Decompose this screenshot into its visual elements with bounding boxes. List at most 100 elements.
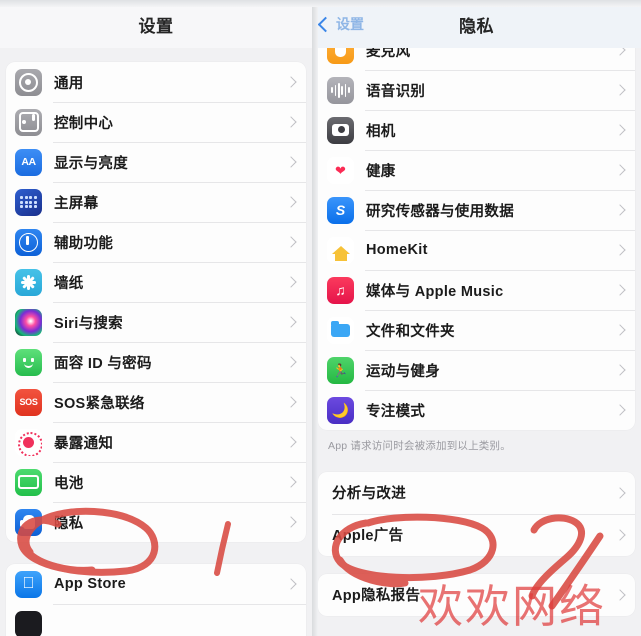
sidebar-item-face-id[interactable]: 面容 ID 与密码 — [6, 342, 306, 382]
chevron-right-icon — [285, 436, 297, 448]
settings-nav-bar: 设置 — [0, 0, 312, 48]
row-label: Siri与搜索 — [54, 315, 123, 332]
row-label: 主屏幕 — [54, 195, 99, 212]
row-label: 媒体与 Apple Music — [366, 283, 504, 300]
row-label: 控制中心 — [54, 115, 114, 132]
face-id-icon — [15, 348, 42, 376]
row-label: 暴露通知 — [54, 435, 114, 452]
fitness-icon: 🏃 — [327, 356, 354, 384]
siri-icon — [15, 308, 42, 336]
sidebar-item-exposure-notifications[interactable]: 暴露通知 — [6, 422, 306, 462]
health-heart-icon: ❤ — [327, 156, 354, 184]
row-label: 面容 ID 与密码 — [54, 355, 152, 372]
control-center-icon — [15, 108, 42, 136]
chevron-right-icon — [285, 116, 297, 128]
sidebar-item-wallpaper[interactable]: 墙纸 — [6, 262, 306, 302]
microphone-icon — [327, 48, 354, 64]
chevron-right-icon — [285, 236, 297, 248]
row-label: 辅助功能 — [54, 235, 114, 252]
app-store-icon:  — [15, 570, 42, 598]
row-label: 显示与亮度 — [54, 155, 128, 172]
row-label: 麦克风 — [366, 48, 411, 60]
back-button-label: 设置 — [336, 16, 364, 32]
sidebar-item-control-center[interactable]: 控制中心 — [6, 102, 306, 142]
privacy-footnote: App 请求访问时会被添加到以上类别。 — [328, 440, 511, 452]
chevron-right-icon — [285, 316, 297, 328]
chevron-right-icon — [614, 204, 626, 216]
sidebar-item-battery[interactable]: 电池 — [6, 462, 306, 502]
sidebar-item-emergency-sos[interactable]: SOS SOS紧急联络 — [6, 382, 306, 422]
row-label: HomeKit — [366, 242, 428, 258]
privacy-item-speech-recognition[interactable]: 语音识别 — [318, 70, 635, 110]
privacy-group-app-report: App隐私报告 — [318, 573, 635, 616]
row-label: 通用 — [54, 75, 84, 92]
privacy-item-microphone[interactable]: 麦克风 — [318, 48, 635, 70]
privacy-item-health[interactable]: ❤ 健康 — [318, 150, 635, 190]
privacy-item-camera[interactable]: 相机 — [318, 110, 635, 150]
chevron-right-icon — [614, 124, 626, 136]
chevron-right-icon — [285, 276, 297, 288]
privacy-item-motion-fitness[interactable]: 🏃 运动与健身 — [318, 350, 635, 390]
privacy-item-media-apple-music[interactable]: ♫ 媒体与 Apple Music — [318, 270, 635, 310]
apple-music-icon: ♫ — [327, 276, 354, 304]
chevron-right-icon — [285, 196, 297, 208]
back-button[interactable]: 设置 — [317, 14, 364, 34]
privacy-item-apple-advertising[interactable]: Apple广告 — [318, 513, 635, 556]
privacy-hand-icon — [15, 508, 42, 536]
row-label: 相机 — [366, 123, 396, 140]
accessibility-icon — [15, 228, 42, 256]
row-label: App Store — [54, 576, 126, 592]
settings-group-store:  App Store — [6, 564, 306, 636]
privacy-item-app-privacy-report[interactable]: App隐私报告 — [318, 574, 635, 616]
privacy-item-homekit[interactable]: HomeKit — [318, 230, 635, 270]
page-title: 隐私 — [459, 16, 494, 36]
row-label: 研究传感器与使用数据 — [366, 203, 514, 220]
chevron-right-icon — [285, 476, 297, 488]
status-bar-edge — [312, 0, 641, 7]
chevron-right-icon — [614, 244, 626, 256]
row-label: SOS紧急联络 — [54, 395, 145, 412]
gear-icon — [15, 68, 42, 96]
sidebar-item-accessibility[interactable]: 辅助功能 — [6, 222, 306, 262]
chevron-right-icon — [285, 396, 297, 408]
privacy-group-analytics: 分析与改进 Apple广告 — [318, 471, 635, 556]
speech-recognition-icon — [327, 76, 354, 104]
sidebar-item-siri-search[interactable]: Siri与搜索 — [6, 302, 306, 342]
row-label: 健康 — [366, 163, 396, 180]
sidebar-item-home-screen[interactable]: 主屏幕 — [6, 182, 306, 222]
privacy-item-research-sensor[interactable]: S 研究传感器与使用数据 — [318, 190, 635, 230]
sidebar-item-general[interactable]: 通用 — [6, 62, 306, 102]
privacy-nav-bar: 设置 隐私 — [312, 0, 641, 48]
chevron-right-icon — [614, 487, 626, 499]
row-label: 文件和文件夹 — [366, 323, 455, 340]
row-label: 语音识别 — [366, 83, 426, 100]
sidebar-item-app-store[interactable]:  App Store — [6, 564, 306, 604]
privacy-screen: 设置 隐私 麦克风 语音识别 相机 ❤ 健康 S 研究传感器与使用数据 Home… — [312, 0, 641, 636]
privacy-scroll-area[interactable]: 麦克风 语音识别 相机 ❤ 健康 S 研究传感器与使用数据 HomeKit ♫ … — [312, 48, 641, 636]
row-label: 墙纸 — [54, 275, 84, 292]
focus-moon-icon: 🌙 — [327, 396, 354, 424]
privacy-item-focus[interactable]: 🌙 专注模式 — [318, 390, 635, 430]
row-label: Apple广告 — [332, 528, 404, 545]
privacy-item-analytics-improvements[interactable]: 分析与改进 — [318, 472, 635, 514]
privacy-group-categories: 麦克风 语音识别 相机 ❤ 健康 S 研究传感器与使用数据 HomeKit ♫ … — [318, 48, 635, 430]
chevron-right-icon — [614, 164, 626, 176]
settings-scroll-area[interactable]: 通用 控制中心 AA 显示与亮度 主屏幕 辅助功能 墙纸 Siri与搜索 面容 … — [0, 48, 312, 636]
sidebar-item-privacy[interactable]: 隐私 — [6, 502, 306, 542]
chevron-right-icon — [614, 84, 626, 96]
row-label: App隐私报告 — [332, 588, 421, 605]
privacy-item-files-folders[interactable]: 文件和文件夹 — [318, 310, 635, 350]
camera-icon — [327, 116, 354, 144]
chevron-right-icon — [614, 48, 626, 56]
sidebar-item-display-brightness[interactable]: AA 显示与亮度 — [6, 142, 306, 182]
chevron-right-icon — [285, 76, 297, 88]
files-folder-icon — [327, 316, 354, 344]
chevron-right-icon — [285, 578, 297, 590]
wallpaper-icon — [15, 268, 42, 296]
row-label: 专注模式 — [366, 403, 426, 420]
sidebar-item-partial[interactable] — [6, 604, 306, 636]
settings-group-primary: 通用 控制中心 AA 显示与亮度 主屏幕 辅助功能 墙纸 Siri与搜索 面容 … — [6, 62, 306, 542]
